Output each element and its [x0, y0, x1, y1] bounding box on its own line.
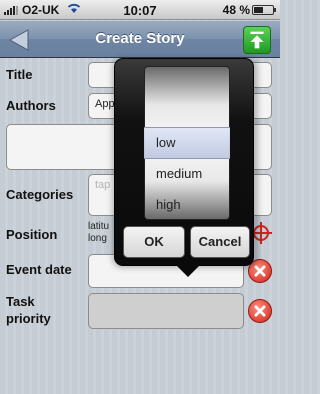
- navigation-bar: Create Story: [0, 21, 280, 58]
- event-date-label: Event date: [6, 262, 72, 277]
- task-priority-field[interactable]: [88, 293, 244, 329]
- cancel-button[interactable]: Cancel: [190, 226, 250, 258]
- picker-option-low[interactable]: low: [156, 135, 176, 150]
- task-priority-label-line2: priority: [6, 311, 51, 326]
- position-latitude: latitu: [88, 221, 110, 232]
- upload-icon: [250, 31, 264, 49]
- picker-option-medium[interactable]: medium: [156, 166, 202, 181]
- task-priority-label-line1: Task: [6, 294, 35, 309]
- page-title: Create Story: [95, 30, 185, 47]
- back-arrow-icon: [8, 29, 29, 51]
- popover-arrow: [176, 265, 200, 277]
- clear-task-priority-button[interactable]: [248, 299, 272, 323]
- back-button[interactable]: [8, 28, 36, 52]
- title-label: Title: [6, 67, 33, 82]
- ok-button[interactable]: OK: [123, 226, 185, 258]
- battery-percent: 48 %: [222, 3, 250, 17]
- picker-option-high[interactable]: high: [156, 197, 181, 212]
- categories-label: Categories: [6, 187, 74, 202]
- authors-label: Authors: [6, 98, 56, 113]
- upload-button[interactable]: [243, 26, 271, 54]
- status-bar: O2-UK 10:07 48 %: [0, 0, 280, 20]
- position-label: Position: [6, 227, 58, 242]
- position-longitude: long: [88, 233, 107, 244]
- battery-icon: [252, 5, 276, 15]
- close-icon: [254, 305, 266, 317]
